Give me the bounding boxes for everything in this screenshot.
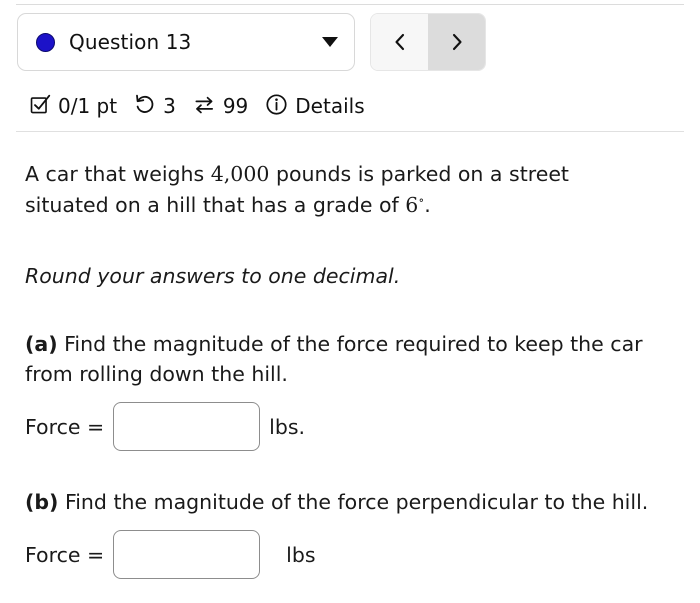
part-b-unit: lbs bbox=[286, 542, 316, 567]
statement-text-3: . bbox=[424, 193, 431, 217]
part-a-text: Find the magnitude of the force required… bbox=[25, 332, 643, 386]
version-status: 99 bbox=[193, 94, 248, 116]
chevron-down-icon bbox=[322, 37, 338, 47]
part-b-answer-row: Force = lbs bbox=[25, 530, 680, 579]
next-question-button[interactable] bbox=[428, 14, 485, 70]
info-circle-icon bbox=[265, 93, 288, 116]
part-b-text: Find the magnitude of the force perpendi… bbox=[58, 490, 649, 514]
rounding-note: Round your answers to one decimal. bbox=[25, 264, 401, 288]
score-text: 0/1 pt bbox=[58, 93, 118, 118]
part-b-prompt: (b) Find the magnitude of the force perp… bbox=[25, 487, 680, 517]
statement-weight-value: 4,000 bbox=[210, 162, 270, 186]
statement-text-1: A car that weighs bbox=[25, 162, 211, 186]
details-button[interactable]: Details bbox=[265, 93, 365, 118]
score-status: 0/1 pt bbox=[30, 93, 118, 118]
details-label: Details bbox=[295, 93, 365, 118]
header-row: Question 13 bbox=[17, 13, 486, 71]
part-a-unit: lbs. bbox=[269, 414, 306, 439]
part-a-prompt: (a) Find the magnitude of the force requ… bbox=[25, 329, 680, 389]
part-b-marker: (b) bbox=[25, 490, 59, 514]
version-text: 99 bbox=[222, 93, 249, 118]
attempts-status: 3 bbox=[134, 94, 176, 116]
swap-arrows-icon bbox=[193, 94, 216, 116]
part-b-answer-label: Force = bbox=[25, 542, 105, 567]
previous-question-button[interactable] bbox=[371, 14, 428, 70]
question-status-dot-icon bbox=[36, 32, 55, 52]
part-a-answer-label: Force = bbox=[25, 414, 105, 439]
checkbox-checked-icon bbox=[30, 94, 51, 115]
chevron-right-icon bbox=[452, 33, 462, 51]
part-a-marker: (a) bbox=[25, 332, 58, 356]
top-divider bbox=[16, 4, 684, 5]
question-body: A car that weighs 4,000 pounds is parked… bbox=[25, 159, 680, 579]
question-selector-dropdown[interactable]: Question 13 bbox=[17, 13, 355, 71]
question-nav-group bbox=[370, 13, 486, 71]
attempts-text: 3 bbox=[163, 93, 176, 118]
undo-retry-icon bbox=[134, 94, 156, 116]
problem-statement: A car that weighs 4,000 pounds is parked… bbox=[25, 159, 625, 221]
angle-number: 6 bbox=[405, 193, 419, 217]
question-selector-label: Question 13 bbox=[69, 30, 192, 54]
question-page: Question 13 0/1 pt 3 99 Details A car th… bbox=[0, 0, 700, 603]
status-divider bbox=[16, 131, 684, 132]
chevron-left-icon bbox=[394, 33, 404, 51]
part-a-answer-row: Force = lbs. bbox=[25, 402, 680, 451]
question-status-bar: 0/1 pt 3 99 Details bbox=[30, 93, 365, 116]
statement-angle-value: 6∘ bbox=[405, 193, 424, 217]
part-b-answer-input[interactable] bbox=[113, 530, 261, 579]
part-a-answer-input[interactable] bbox=[113, 402, 261, 451]
